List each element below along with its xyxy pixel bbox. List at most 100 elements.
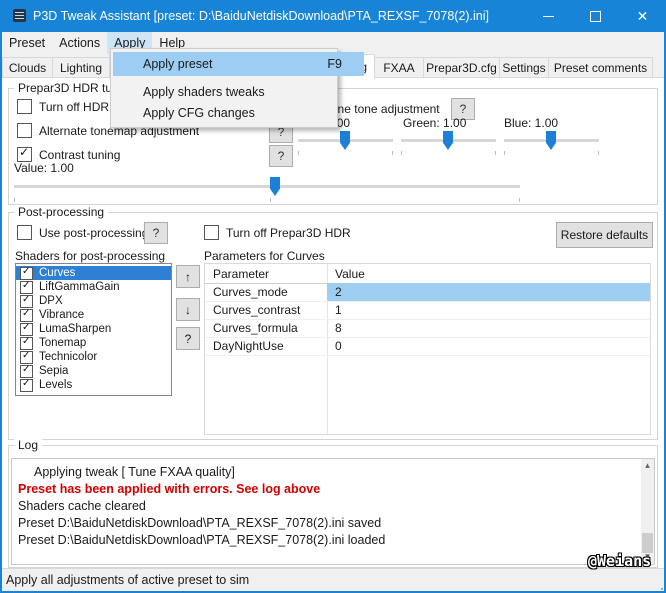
use-post-processing-label: Use post-processing	[39, 226, 148, 240]
turn-off-hdr-checkbox[interactable]	[17, 99, 32, 114]
use-post-processing-checkbox[interactable]	[17, 225, 32, 240]
contrast-tuning-checkbox[interactable]: ✓	[17, 147, 32, 162]
table-row[interactable]: DayNightUse 0	[205, 337, 650, 356]
header-parameter: Parameter	[205, 267, 327, 281]
restore-defaults-button[interactable]: Restore defaults	[556, 222, 653, 248]
log-scrollbar[interactable]: ▴ ▾	[641, 459, 654, 564]
maximize-button[interactable]	[572, 0, 619, 32]
status-text: Apply all adjustments of active preset t…	[6, 573, 249, 587]
watermark: @Weians	[588, 552, 651, 570]
tab-prepar3d-cfg[interactable]: Prepar3D.cfg	[423, 57, 500, 78]
green-slider[interactable]	[401, 131, 496, 149]
menu-item-apply-preset[interactable]: Apply preset F9	[113, 52, 364, 76]
contrast-value-slider[interactable]	[14, 177, 520, 196]
shaders-listbox[interactable]: ✓ Curves ✓ LiftGammaGain ✓ DPX ✓ Vibranc…	[15, 263, 172, 396]
help-button-contrast-tuning[interactable]: ?	[269, 145, 293, 167]
shader-item-sepia[interactable]: ✓ Sepia	[16, 364, 171, 378]
scroll-up-icon[interactable]: ▴	[641, 460, 654, 472]
check-icon: ✓	[22, 266, 30, 277]
check-icon: ✓	[22, 364, 30, 375]
resize-grip[interactable]	[661, 588, 663, 590]
check-icon: ✓	[19, 145, 29, 159]
tab-settings[interactable]: Settings	[499, 57, 549, 78]
table-row[interactable]: Curves_formula 8	[205, 319, 650, 338]
app-icon	[13, 9, 26, 22]
help-button-use-post-processing[interactable]: ?	[144, 222, 168, 244]
table-header-row[interactable]: Parameter Value	[205, 264, 650, 284]
parameters-table[interactable]: Parameter Value Curves_mode 2 Curves_con…	[204, 263, 651, 435]
status-bar: Apply all adjustments of active preset t…	[0, 568, 666, 593]
shader-checkbox[interactable]: ✓	[20, 323, 33, 336]
window-border-left	[0, 32, 2, 593]
slider-thumb[interactable]	[270, 177, 280, 196]
slider-thumb[interactable]	[340, 131, 350, 150]
minimize-button[interactable]	[525, 0, 572, 32]
shader-item-lumasharpen[interactable]: ✓ LumaSharpen	[16, 322, 171, 336]
param-value[interactable]: 1	[327, 301, 650, 319]
menu-preset[interactable]: Preset	[2, 32, 52, 54]
log-output[interactable]: Applying tweak [ Tune FXAA quality] Pres…	[11, 458, 655, 565]
menu-actions[interactable]: Actions	[52, 32, 107, 54]
shader-checkbox[interactable]: ✓	[20, 379, 33, 392]
menu-item-label: Apply CFG changes	[143, 106, 255, 120]
shader-checkbox[interactable]: ✓	[20, 337, 33, 350]
param-name: Curves_formula	[205, 321, 327, 335]
shader-checkbox[interactable]: ✓	[20, 309, 33, 322]
menu-item-apply-shaders-tweaks[interactable]: Apply shaders tweaks	[113, 81, 364, 103]
shader-checkbox[interactable]: ✓	[20, 295, 33, 308]
scrollbar-thumb[interactable]	[642, 533, 653, 553]
menu-shortcut-f9: F9	[327, 52, 342, 76]
log-group-title: Log	[14, 438, 42, 452]
shader-label: Technicolor	[39, 351, 97, 363]
turn-off-prepar3d-hdr-checkbox-row[interactable]: Turn off Prepar3D HDR	[204, 225, 351, 240]
param-value[interactable]: 2	[327, 283, 650, 301]
table-row[interactable]: Curves_mode 2	[205, 283, 650, 302]
move-shader-down-button[interactable]: ↓	[176, 298, 200, 321]
post-processing-group: Post-processing Use post-processing ? Tu…	[8, 212, 658, 440]
tab-clouds[interactable]: Clouds	[2, 57, 53, 78]
shader-item-curves[interactable]: ✓ Curves	[16, 266, 171, 280]
param-name: Curves_contrast	[205, 303, 327, 317]
slider-tick	[495, 151, 496, 155]
tab-fxaa[interactable]: FXAA	[374, 57, 424, 78]
minimize-icon	[543, 16, 554, 17]
table-row[interactable]: Curves_contrast 1	[205, 301, 650, 320]
param-name: DayNightUse	[205, 339, 327, 353]
check-icon: ✓	[22, 378, 30, 389]
help-button-shaders[interactable]: ?	[176, 327, 200, 350]
red-slider[interactable]	[298, 131, 393, 149]
shader-item-levels[interactable]: ✓ Levels	[16, 378, 171, 392]
shader-checkbox[interactable]: ✓	[20, 365, 33, 378]
shader-label: Tonemap	[39, 337, 86, 349]
shader-label: DPX	[39, 295, 63, 307]
shader-item-liftgammagain[interactable]: ✓ LiftGammaGain	[16, 280, 171, 294]
shader-checkbox[interactable]: ✓	[20, 281, 33, 294]
log-line: Applying tweak [ Tune FXAA quality]	[34, 465, 235, 479]
slider-thumb[interactable]	[546, 131, 556, 150]
move-shader-up-button[interactable]: ↑	[176, 265, 200, 288]
slider-tick	[392, 151, 393, 155]
shader-item-tonemap[interactable]: ✓ Tonemap	[16, 336, 171, 350]
slider-thumb[interactable]	[443, 131, 453, 150]
contrast-tuning-checkbox-row[interactable]: ✓ Contrast tuning	[17, 147, 120, 162]
shader-item-vibrance[interactable]: ✓ Vibrance	[16, 308, 171, 322]
tab-preset-comments[interactable]: Preset comments	[548, 57, 653, 78]
tab-lighting[interactable]: Lighting	[52, 57, 110, 78]
shader-checkbox[interactable]: ✓	[20, 351, 33, 364]
use-post-processing-checkbox-row[interactable]: Use post-processing	[17, 225, 148, 240]
turn-off-prepar3d-hdr-checkbox[interactable]	[204, 225, 219, 240]
turn-off-hdr-checkbox-row[interactable]: Turn off HDR	[17, 99, 109, 114]
close-button[interactable]: ✕	[619, 0, 666, 32]
shader-item-dpx[interactable]: ✓ DPX	[16, 294, 171, 308]
slider-tick	[298, 151, 299, 155]
shader-checkbox[interactable]: ✓	[20, 267, 33, 280]
check-icon: ✓	[22, 280, 30, 291]
alternate-tonemap-checkbox[interactable]	[17, 123, 32, 138]
menu-item-apply-cfg-changes[interactable]: Apply CFG changes	[113, 102, 364, 124]
slider-track[interactable]	[14, 185, 520, 188]
param-value[interactable]: 0	[327, 337, 650, 355]
blue-slider[interactable]	[504, 131, 599, 149]
log-group: Log Applying tweak [ Tune FXAA quality] …	[8, 445, 658, 568]
param-value[interactable]: 8	[327, 319, 650, 337]
shader-item-technicolor[interactable]: ✓ Technicolor	[16, 350, 171, 364]
